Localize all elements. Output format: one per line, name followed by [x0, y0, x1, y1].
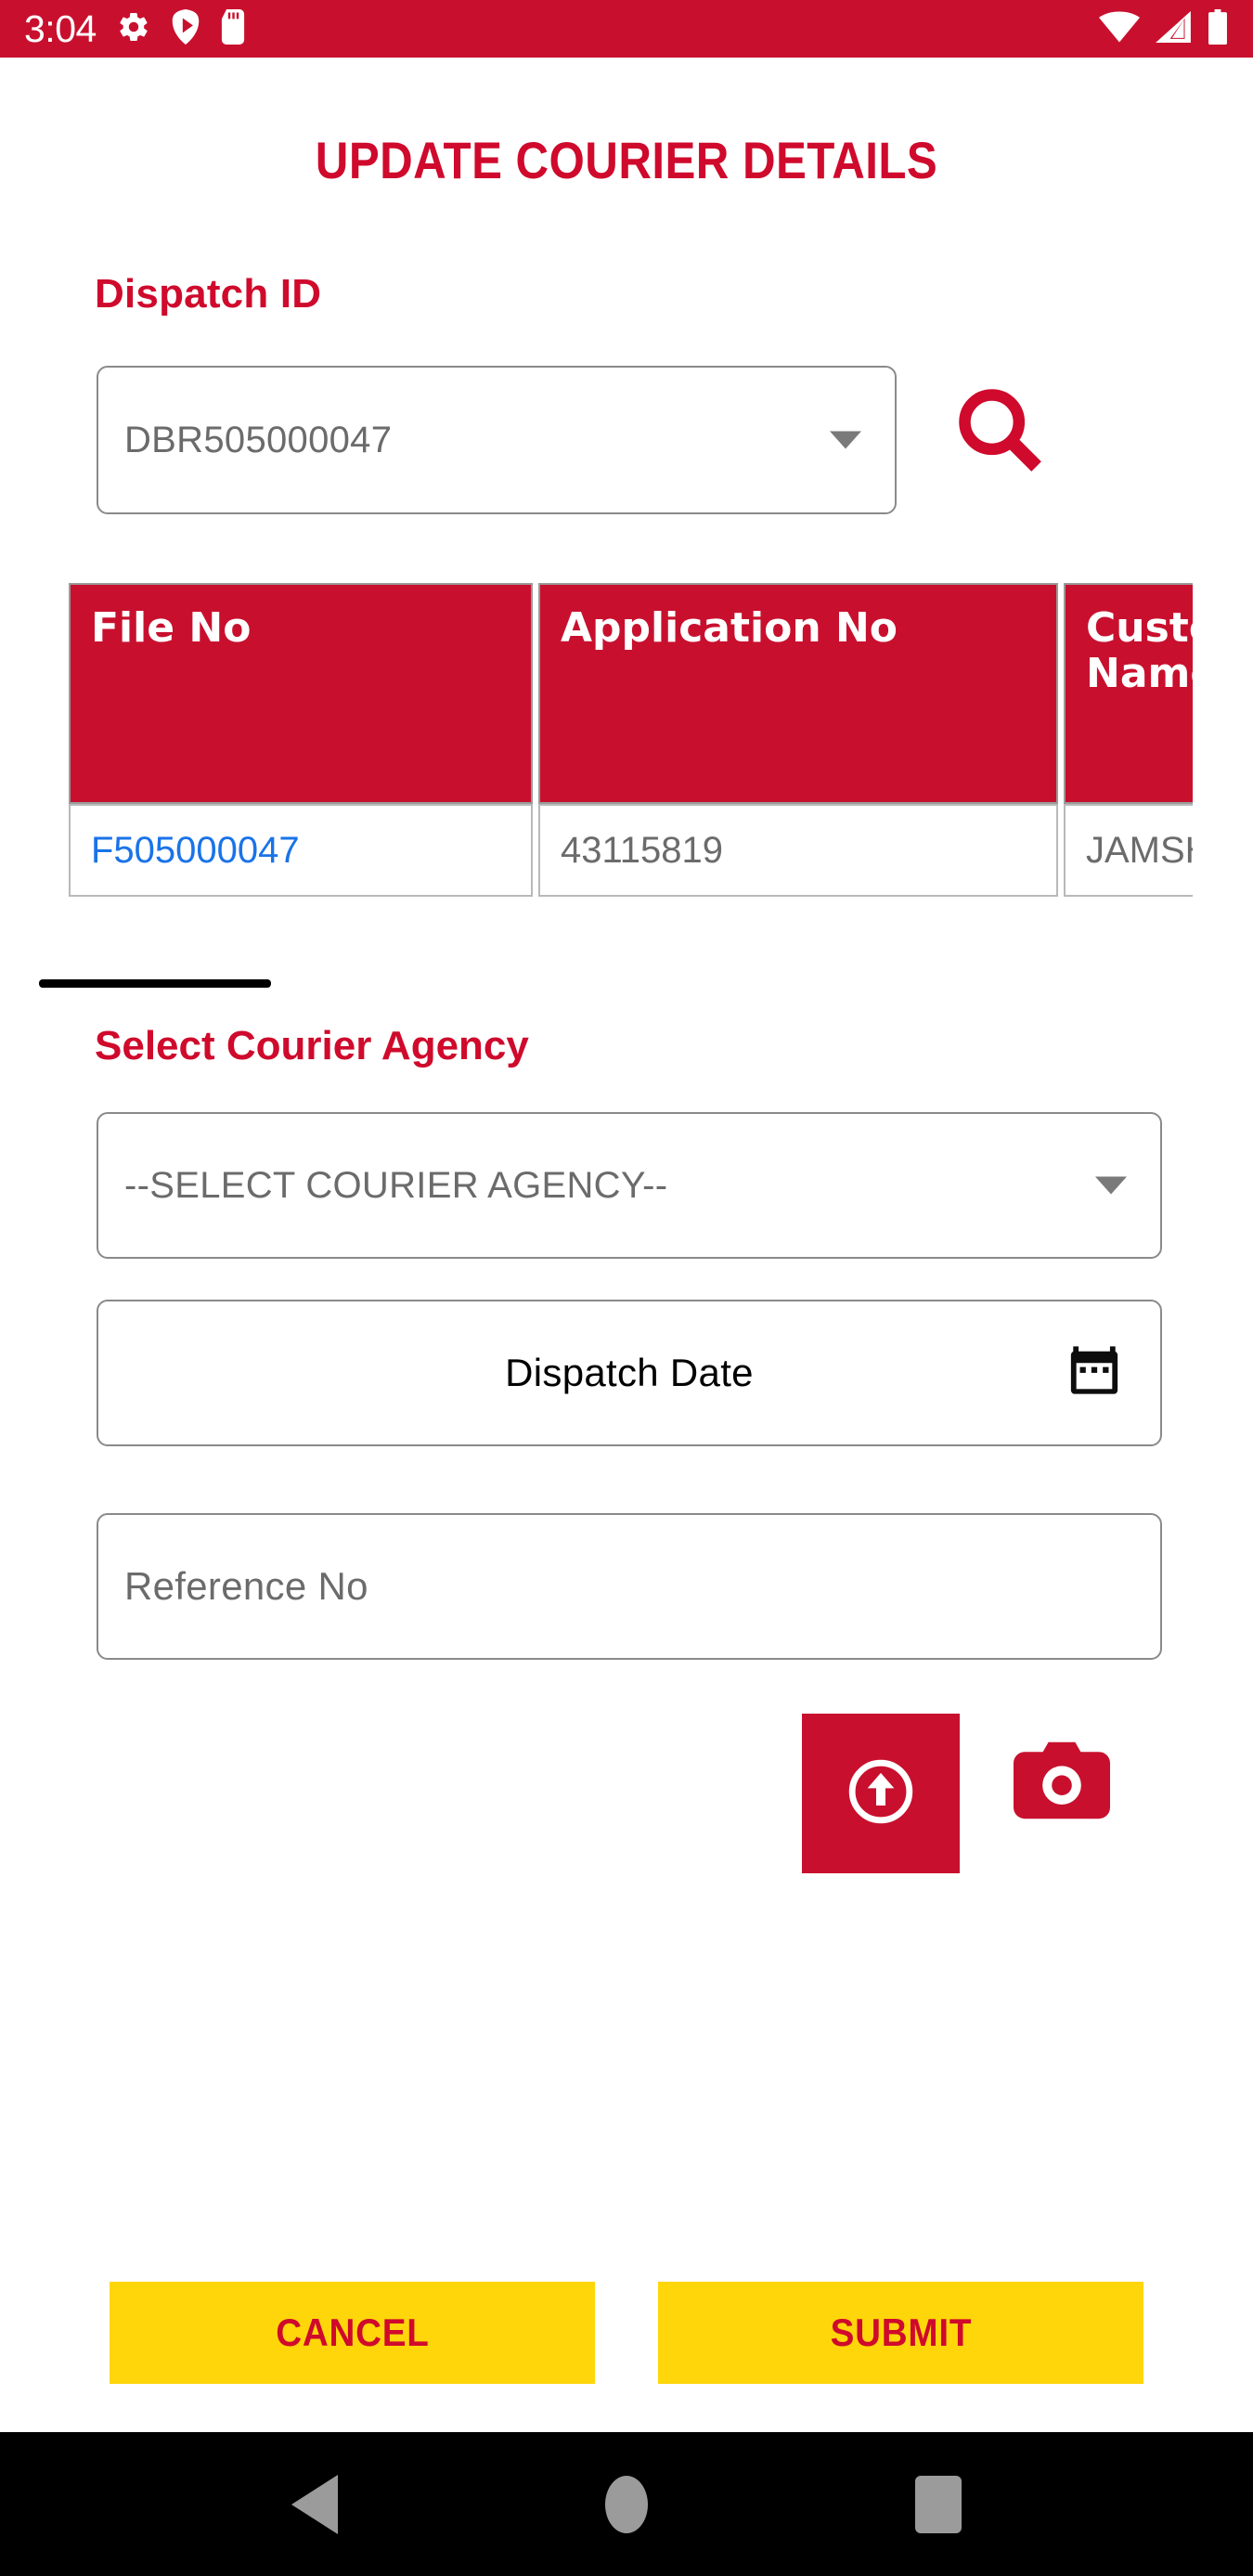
- table-horizontal-scrollbar[interactable]: [39, 979, 1190, 988]
- cancel-button[interactable]: CANCEL: [110, 2282, 595, 2384]
- chevron-down-icon: [1095, 1176, 1127, 1195]
- courier-agency-value: --SELECT COURIER AGENCY--: [124, 1164, 668, 1206]
- home-circle-icon[interactable]: [605, 2475, 648, 2533]
- table-header-file-no: File No: [69, 583, 533, 804]
- status-bar: 3:04: [0, 0, 1253, 58]
- dispatch-id-dropdown[interactable]: DBR505000047: [97, 366, 897, 514]
- table-header-application-no: Application No: [538, 583, 1058, 804]
- gear-icon: [117, 10, 150, 48]
- dispatch-id-label: Dispatch ID: [95, 271, 322, 317]
- courier-details-table: File No Application No Customer Name F50…: [63, 583, 1193, 897]
- cell-application-no: 43115819: [538, 804, 1058, 897]
- back-triangle-icon[interactable]: [291, 2474, 338, 2534]
- dispatch-date-label: Dispatch Date: [505, 1351, 754, 1394]
- play-icon: [171, 8, 200, 49]
- courier-details-table-scroller[interactable]: File No Application No Customer Name F50…: [63, 583, 1193, 908]
- battery-icon: [1207, 8, 1229, 49]
- table-header-customer-name: Customer Name: [1064, 583, 1193, 804]
- cellular-signal-icon: [1156, 10, 1191, 47]
- camera-icon: [1010, 1738, 1114, 1832]
- footer-button-row: CANCEL SUBMIT: [110, 2282, 1143, 2384]
- status-bar-right-group: [1099, 8, 1229, 49]
- submit-button[interactable]: SUBMIT: [658, 2282, 1143, 2384]
- chevron-down-icon: [830, 431, 861, 449]
- reference-no-input[interactable]: Reference No: [97, 1513, 1162, 1660]
- table-row: F505000047 43115819 JAMSHED: [69, 804, 1193, 897]
- table-header-row: File No Application No Customer Name: [69, 583, 1193, 804]
- search-button[interactable]: [949, 381, 1051, 483]
- cancel-button-label: CANCEL: [275, 2311, 430, 2354]
- courier-agency-dropdown[interactable]: --SELECT COURIER AGENCY--: [97, 1112, 1162, 1259]
- search-icon: [953, 383, 1046, 481]
- media-actions-row: [802, 1714, 1173, 1881]
- dispatch-id-value: DBR505000047: [124, 419, 393, 460]
- upload-button[interactable]: [802, 1714, 960, 1873]
- page-title: UPDATE COURIER DETAILS: [315, 131, 938, 189]
- dispatch-id-row: DBR505000047: [97, 366, 1164, 514]
- reference-no-placeholder: Reference No: [124, 1564, 368, 1608]
- upload-circle-arrow-icon: [841, 1752, 921, 1836]
- calendar-icon[interactable]: [1067, 1344, 1121, 1403]
- wifi-icon: [1099, 11, 1140, 47]
- dispatch-date-field[interactable]: Dispatch Date: [97, 1300, 1162, 1446]
- cell-file-no[interactable]: F505000047: [69, 804, 533, 897]
- app-screen: 3:04 UPDATE COURIER DETAILS Dispatch ID …: [0, 0, 1253, 2576]
- cell-customer-name: JAMSHED: [1064, 804, 1193, 897]
- courier-agency-label: Select Courier Agency: [95, 1023, 529, 1068]
- status-bar-clock: 3:04: [24, 6, 97, 50]
- recents-square-icon[interactable]: [915, 2475, 962, 2533]
- camera-button[interactable]: [1008, 1738, 1115, 1831]
- scrollbar-thumb[interactable]: [39, 979, 271, 988]
- status-bar-left-group: 3:04: [24, 7, 245, 51]
- sd-card-icon: [221, 8, 245, 49]
- submit-button-label: SUBMIT: [830, 2311, 972, 2354]
- android-navigation-bar: [0, 2432, 1253, 2576]
